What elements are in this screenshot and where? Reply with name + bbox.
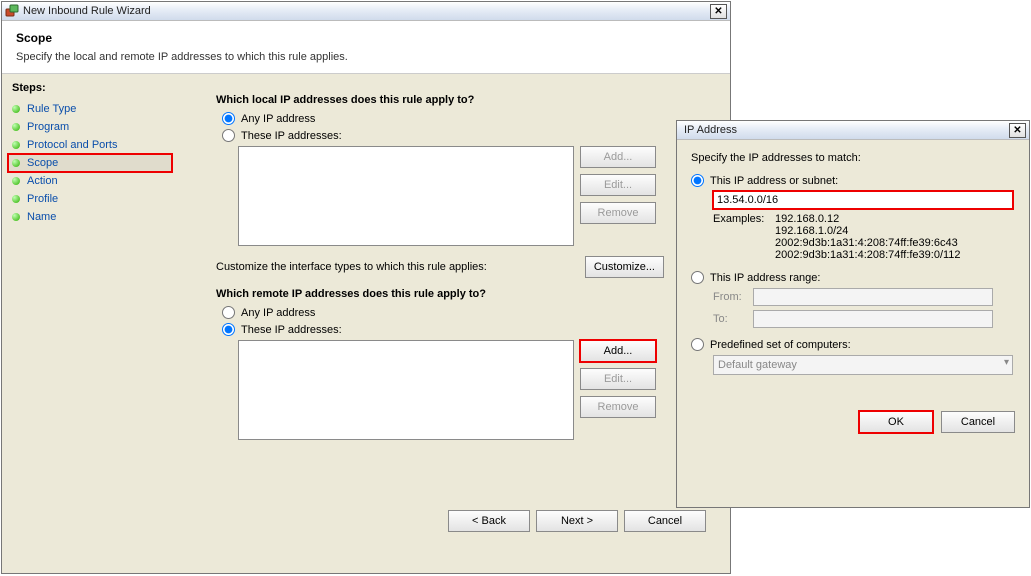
local-question: Which local IP addresses does this rule … xyxy=(216,94,706,106)
close-icon[interactable]: ✕ xyxy=(1009,123,1026,138)
subnet-input[interactable] xyxy=(713,191,1013,209)
remote-any-radio[interactable] xyxy=(222,306,235,319)
next-button[interactable]: Next > xyxy=(536,510,618,532)
step-rule-type[interactable]: Rule Type xyxy=(12,100,172,118)
bullet-icon xyxy=(12,123,20,131)
bullet-icon xyxy=(12,213,20,221)
predef-select[interactable] xyxy=(713,355,1013,375)
to-label: To: xyxy=(713,313,747,325)
example-line: 2002:9d3b:1a31:4:208:74ff:fe39:0/112 xyxy=(775,249,961,261)
remote-add-button[interactable]: Add... xyxy=(580,340,656,362)
local-any-radio[interactable] xyxy=(222,112,235,125)
bullet-icon xyxy=(12,159,20,167)
subnet-radio[interactable] xyxy=(691,174,704,187)
range-label: This IP address range: xyxy=(710,272,820,284)
example-line: 2002:9d3b:1a31:4:208:74ff:fe39:6c43 xyxy=(775,237,961,249)
predef-radio[interactable] xyxy=(691,338,704,351)
remote-remove-button[interactable]: Remove xyxy=(580,396,656,418)
steps-sidebar: Steps: Rule Type Program Protocol and Po… xyxy=(2,74,182,542)
remote-these-row[interactable]: These IP addresses: xyxy=(222,323,706,336)
bullet-icon xyxy=(12,195,20,203)
from-label: From: xyxy=(713,291,747,303)
subnet-option-row[interactable]: This IP address or subnet: xyxy=(691,174,1015,187)
range-option-row[interactable]: This IP address range: xyxy=(691,271,1015,284)
range-from-input[interactable] xyxy=(753,288,993,306)
step-scope[interactable]: Scope xyxy=(8,154,172,172)
range-radio[interactable] xyxy=(691,271,704,284)
step-profile[interactable]: Profile xyxy=(12,190,172,208)
page-subtitle: Specify the local and remote IP addresse… xyxy=(16,51,716,63)
local-any-label: Any IP address xyxy=(241,113,315,125)
remote-any-row[interactable]: Any IP address xyxy=(222,306,706,319)
remote-ip-list[interactable] xyxy=(238,340,574,440)
ip-dialog-title: IP Address xyxy=(680,124,1009,136)
local-ip-list[interactable] xyxy=(238,146,574,246)
wizard-window: New Inbound Rule Wizard ✕ Scope Specify … xyxy=(1,1,731,574)
page-title: Scope xyxy=(16,31,716,45)
range-to-input[interactable] xyxy=(753,310,993,328)
predef-label: Predefined set of computers: xyxy=(710,339,851,351)
ip-address-dialog: IP Address ✕ Specify the IP addresses to… xyxy=(676,120,1030,508)
local-these-row[interactable]: These IP addresses: xyxy=(222,129,706,142)
examples-values: 192.168.0.12 192.168.1.0/24 2002:9d3b:1a… xyxy=(775,213,961,261)
local-these-radio[interactable] xyxy=(222,129,235,142)
subnet-label: This IP address or subnet: xyxy=(710,175,838,187)
step-label: Rule Type xyxy=(27,103,76,115)
step-label: Profile xyxy=(27,193,58,205)
cancel-button[interactable]: Cancel xyxy=(624,510,706,532)
ip-dialog-titlebar: IP Address ✕ xyxy=(677,121,1029,140)
bullet-icon xyxy=(12,177,20,185)
remote-these-radio[interactable] xyxy=(222,323,235,336)
wizard-header: Scope Specify the local and remote IP ad… xyxy=(2,21,730,74)
ip-dialog-instruction: Specify the IP addresses to match: xyxy=(691,152,1015,164)
example-line: 192.168.1.0/24 xyxy=(775,225,961,237)
remote-these-label: These IP addresses: xyxy=(241,324,342,336)
example-line: 192.168.0.12 xyxy=(775,213,961,225)
step-protocol-ports[interactable]: Protocol and Ports xyxy=(12,136,172,154)
step-label: Program xyxy=(27,121,69,133)
step-label: Protocol and Ports xyxy=(27,139,118,151)
step-program[interactable]: Program xyxy=(12,118,172,136)
wizard-titlebar: New Inbound Rule Wizard ✕ xyxy=(2,2,730,21)
steps-heading: Steps: xyxy=(12,82,172,94)
wizard-icon xyxy=(5,4,19,18)
customize-button[interactable]: Customize... xyxy=(585,256,664,278)
wizard-main: Which local IP addresses does this rule … xyxy=(182,74,730,542)
step-label: Name xyxy=(27,211,56,223)
remote-edit-button[interactable]: Edit... xyxy=(580,368,656,390)
examples-label: Examples: xyxy=(713,213,771,261)
ok-button[interactable]: OK xyxy=(859,411,933,433)
local-edit-button[interactable]: Edit... xyxy=(580,174,656,196)
bullet-icon xyxy=(12,105,20,113)
predef-option-row[interactable]: Predefined set of computers: xyxy=(691,338,1015,351)
local-these-label: These IP addresses: xyxy=(241,130,342,142)
local-remove-button[interactable]: Remove xyxy=(580,202,656,224)
step-name[interactable]: Name xyxy=(12,208,172,226)
customize-label: Customize the interface types to which t… xyxy=(216,261,487,273)
bullet-icon xyxy=(12,141,20,149)
local-add-button[interactable]: Add... xyxy=(580,146,656,168)
remote-question: Which remote IP addresses does this rule… xyxy=(216,288,706,300)
remote-any-label: Any IP address xyxy=(241,307,315,319)
step-label: Scope xyxy=(27,157,58,169)
local-any-row[interactable]: Any IP address xyxy=(222,112,706,125)
back-button[interactable]: < Back xyxy=(448,510,530,532)
wizard-title: New Inbound Rule Wizard xyxy=(23,5,710,17)
close-icon[interactable]: ✕ xyxy=(710,4,727,19)
ip-cancel-button[interactable]: Cancel xyxy=(941,411,1015,433)
step-action[interactable]: Action xyxy=(12,172,172,190)
step-label: Action xyxy=(27,175,58,187)
